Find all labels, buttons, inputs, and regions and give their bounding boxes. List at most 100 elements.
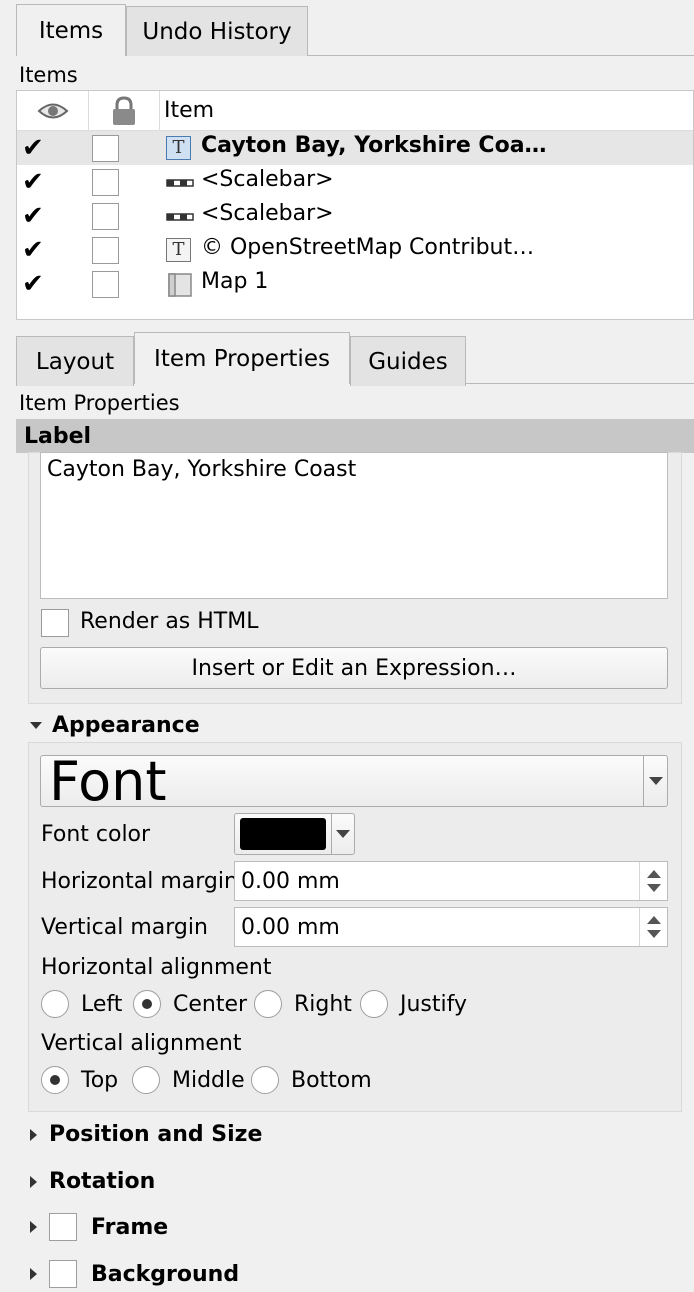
chevron-right-icon [30,1221,37,1233]
tab-undo-history-label: Undo History [142,18,292,45]
render-as-html-label: Render as HTML [80,609,259,634]
tab-guides-label: Guides [368,348,448,375]
font-color-button[interactable] [234,813,332,855]
visibility-column-header[interactable] [17,91,89,131]
table-row[interactable]: ✔ T © OpenStreetMap Contribut… [17,233,693,267]
insert-expression-button[interactable]: Insert or Edit an Expression… [40,647,668,689]
lock-checkbox[interactable] [92,271,119,298]
item-column-header[interactable]: Item [160,91,693,131]
h-align-right-radio[interactable] [254,990,282,1018]
v-align-top-radio[interactable] [41,1066,69,1094]
font-button[interactable]: Font [40,750,644,813]
scalebar-icon [166,204,194,229]
tab-layout[interactable]: Layout [16,336,134,386]
visible-checkbox[interactable]: ✔ [22,203,44,229]
h-align-left-label: Left [81,992,123,1017]
lock-checkbox[interactable] [92,169,119,196]
chevron-right-icon [30,1268,37,1280]
spin-up-icon [646,870,661,878]
label-text-input[interactable]: Cayton Bay, Yorkshire Coast [40,452,668,599]
map-icon [166,272,193,297]
v-align-top-label: Top [81,1068,119,1093]
lock-icon [113,95,135,125]
lock-checkbox[interactable] [92,237,119,264]
tab-item-properties-label: Item Properties [154,345,330,372]
lock-checkbox[interactable] [92,135,119,162]
item-column-header-label: Item [164,98,215,123]
table-row[interactable]: ✔ <Scalebar> [17,165,693,199]
position-size-group-toggle[interactable]: Position and Size [30,1122,262,1147]
items-table[interactable]: Item ✔ T Cayton Bay, Yorkshire Coa… ✔ <S… [16,90,694,320]
chevron-right-icon [30,1128,37,1141]
insert-expression-label: Insert or Edit an Expression… [191,655,517,681]
chevron-down-icon [648,777,663,785]
appearance-group-toggle[interactable]: Appearance [30,713,200,738]
visible-checkbox[interactable]: ✔ [22,135,44,161]
label-text-value: Cayton Bay, Yorkshire Coast [47,457,357,482]
text-label-icon: T [166,136,193,161]
chevron-down-icon [30,722,42,729]
vertical-alignment-label: Vertical alignment [41,1031,242,1056]
h-align-left-radio[interactable] [41,990,69,1018]
render-as-html-checkbox[interactable] [41,609,69,637]
tab-items[interactable]: Items [16,4,126,56]
table-row[interactable]: ✔ <Scalebar> [17,199,693,233]
lock-column-header[interactable] [89,91,160,131]
h-align-center-radio[interactable] [133,990,161,1018]
frame-checkbox[interactable] [49,1213,77,1241]
items-panel-title: Items [19,63,78,87]
v-align-bottom-label: Bottom [291,1068,372,1093]
item-label: Cayton Bay, Yorkshire Coa… [201,133,547,158]
rotation-group-toggle[interactable]: Rotation [30,1169,155,1194]
tab-undo-history[interactable]: Undo History [126,6,308,56]
spin-arrows[interactable] [639,862,667,900]
h-align-justify-radio[interactable] [360,990,388,1018]
eye-icon [37,103,68,118]
spin-down-icon [646,884,661,892]
table-row[interactable]: ✔ Map 1 [17,267,693,301]
tab-layout-label: Layout [35,348,115,375]
frame-title: Frame [91,1214,169,1240]
frame-group-toggle[interactable]: Frame [30,1213,168,1241]
visible-checkbox[interactable]: ✔ [22,271,44,297]
label-section-title: Label [24,423,92,449]
h-align-justify-label: Justify [400,992,468,1017]
text-label-icon: T [166,238,193,263]
lock-checkbox[interactable] [92,203,119,230]
spin-up-icon [646,916,661,924]
horizontal-margin-input[interactable]: 0.00 mm [234,861,668,901]
font-button-label: Font [49,749,167,813]
horizontal-margin-value: 0.00 mm [241,868,340,894]
tab-guides[interactable]: Guides [350,336,466,386]
vertical-margin-label: Vertical margin [41,915,208,940]
scalebar-icon [166,170,194,195]
visible-checkbox[interactable]: ✔ [22,237,44,263]
tab-item-properties[interactable]: Item Properties [134,332,350,384]
visible-checkbox[interactable]: ✔ [22,169,44,195]
horizontal-margin-label: Horizontal margin [41,869,238,894]
font-menu-button[interactable] [643,755,668,807]
background-checkbox[interactable] [49,1260,77,1288]
spin-down-icon [646,930,661,938]
v-align-middle-label: Middle [172,1068,245,1093]
label-section-header: Label [16,419,694,453]
chevron-right-icon [30,1175,37,1188]
vertical-margin-value: 0.00 mm [241,914,340,940]
v-align-bottom-radio[interactable] [251,1066,279,1094]
h-align-right-label: Right [294,992,352,1017]
background-title: Background [91,1261,240,1287]
background-group-toggle[interactable]: Background [30,1260,239,1288]
font-color-menu-button[interactable] [331,813,355,855]
table-row[interactable]: ✔ T Cayton Bay, Yorkshire Coa… [17,131,693,165]
h-align-center-label: Center [173,992,248,1017]
v-align-middle-radio[interactable] [132,1066,160,1094]
position-size-title: Position and Size [49,1122,263,1147]
item-properties-title: Item Properties [19,391,180,415]
item-label: <Scalebar> [201,201,334,226]
item-label: © OpenStreetMap Contribut… [201,235,535,260]
vertical-margin-input[interactable]: 0.00 mm [234,907,668,947]
color-swatch [240,818,326,850]
item-label: Map 1 [201,269,269,294]
chevron-down-icon [336,830,350,838]
spin-arrows[interactable] [639,908,667,946]
